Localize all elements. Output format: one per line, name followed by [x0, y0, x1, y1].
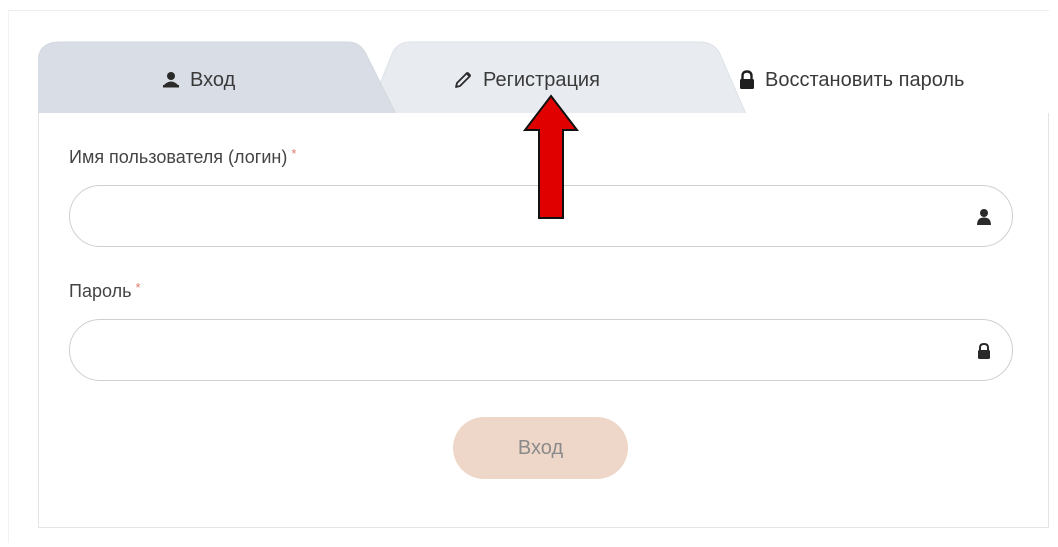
- tab-login-content: Вход: [162, 66, 235, 94]
- tab-restore-content: Восстановить пароль: [739, 66, 964, 94]
- user-icon: [162, 71, 180, 89]
- login-submit-button[interactable]: Вход: [453, 417, 628, 479]
- tab-register-content: Регистрация: [453, 66, 600, 94]
- user-icon: [976, 208, 992, 226]
- red-arrow-up-icon: [522, 94, 580, 219]
- required-mark: *: [135, 280, 141, 295]
- lock-icon: [739, 70, 755, 90]
- tab-register-label: Регистрация: [483, 68, 600, 91]
- password-field[interactable]: [69, 319, 1013, 382]
- password-label-text: Пароль: [69, 281, 132, 301]
- lock-icon: [976, 342, 992, 360]
- page: Вход Регистрация Восстановить пароль Имя…: [0, 0, 1058, 547]
- pencil-icon: [453, 70, 473, 90]
- username-label: Имя пользователя (логин) *: [69, 146, 296, 168]
- tab-restore-label: Восстановить пароль: [765, 68, 965, 91]
- username-label-text: Имя пользователя (логин): [69, 147, 288, 167]
- tab-login-label: Вход: [190, 68, 236, 91]
- required-mark: *: [291, 146, 297, 161]
- password-input[interactable]: [92, 320, 956, 382]
- password-label: Пароль *: [69, 280, 141, 302]
